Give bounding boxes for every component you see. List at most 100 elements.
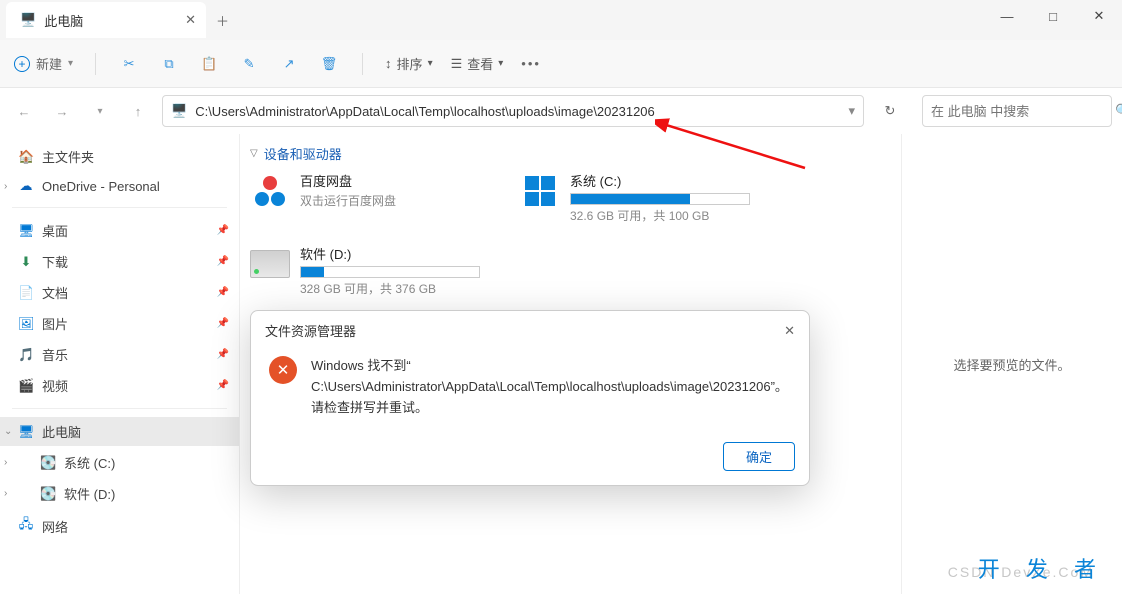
- sidebar-item-thispc[interactable]: ⌄ 🖥 此电脑: [0, 417, 239, 446]
- separator: [12, 408, 227, 409]
- pin-icon: 📌: [217, 349, 229, 360]
- title-bar: 🖥️ 此电脑 ✕ ＋ — □ ✕: [0, 0, 1122, 40]
- sidebar-item-label: 音乐: [42, 345, 68, 364]
- sidebar: 🏠主文件夹 › ☁ OneDrive - Personal 🖥 桌面 📌 ⬇ 下载 📌 📄文…: [0, 134, 240, 594]
- device-subtitle: 双击运行百度网盘: [300, 192, 396, 209]
- section-header[interactable]: ▽ 设备和驱动器: [250, 144, 891, 163]
- search-icon: 🔍: [1115, 103, 1122, 119]
- close-tab-icon[interactable]: ✕: [185, 12, 196, 28]
- window-controls: — □ ✕: [984, 0, 1122, 32]
- sidebar-item-desktop[interactable]: 🖥桌面📌: [0, 216, 239, 245]
- device-grid: 百度网盘 双击运行百度网盘 系统 (C:) 32.6 GB 可用，共 100 G…: [250, 171, 891, 297]
- view-button[interactable]: ☰ 查看 ▾: [451, 54, 504, 73]
- sidebar-item-label: 软件 (D:): [64, 484, 115, 503]
- pin-icon: 📌: [217, 318, 229, 329]
- sort-icon: ↕: [385, 56, 392, 71]
- capacity-bar: [300, 266, 480, 278]
- up-button[interactable]: ↑: [124, 104, 152, 119]
- separator: [362, 53, 363, 75]
- sidebar-item-label: 桌面: [42, 221, 68, 240]
- chevron-right-icon[interactable]: ›: [4, 181, 14, 192]
- drive-icon: 💽: [40, 486, 56, 502]
- sidebar-item-pictures[interactable]: 🖼 图片 📌: [0, 309, 239, 338]
- minimize-button[interactable]: —: [984, 0, 1030, 32]
- sidebar-item-onedrive[interactable]: › ☁ OneDrive - Personal: [0, 173, 239, 199]
- sort-button[interactable]: ↕ 排序 ▾: [385, 54, 433, 73]
- music-icon: 🎵: [18, 347, 34, 363]
- plus-icon: +: [14, 56, 30, 72]
- windows-drive-icon: [520, 171, 560, 211]
- ok-button[interactable]: 确定: [723, 442, 795, 471]
- sidebar-item-documents[interactable]: 📄文档📌: [0, 278, 239, 307]
- watermark-brand: 开 发 者: [978, 552, 1106, 584]
- sidebar-item-home[interactable]: 🏠主文件夹: [0, 142, 239, 171]
- address-path: C:\Users\Administrator\AppData\Local\Tem…: [195, 104, 655, 119]
- new-button[interactable]: + 新建 ▾: [14, 54, 73, 73]
- chevron-down-icon: ▾: [428, 58, 433, 69]
- search-box[interactable]: 🔍: [922, 95, 1112, 127]
- tab-thispc[interactable]: 🖥️ 此电脑 ✕: [6, 2, 206, 38]
- drive-icon: 💽: [40, 455, 56, 471]
- cut-icon[interactable]: ✂: [118, 56, 140, 72]
- chevron-down-icon: ▾: [68, 58, 73, 69]
- video-icon: 🎬: [18, 378, 34, 394]
- sidebar-item-drive-d[interactable]: › 💽 软件 (D:): [0, 479, 239, 508]
- paste-icon[interactable]: 📋: [198, 56, 220, 72]
- dialog-message: Windows 找不到“ C:\Users\Administrator\AppD…: [311, 356, 788, 418]
- desktop-icon: 🖥: [18, 223, 34, 239]
- device-baidu[interactable]: 百度网盘 双击运行百度网盘: [250, 171, 490, 224]
- delete-icon[interactable]: 🗑: [318, 56, 340, 72]
- toolbar: + 新建 ▾ ✂ ⧉ 📋 ✎ ↗ 🗑 ↕ 排序 ▾ ☰ 查看 ▾ •••: [0, 40, 1122, 88]
- sidebar-item-downloads[interactable]: ⬇ 下载 📌: [0, 247, 239, 276]
- close-window-button[interactable]: ✕: [1076, 0, 1122, 32]
- sidebar-item-label: 视频: [42, 376, 68, 395]
- chevron-down-icon[interactable]: ▾: [86, 106, 114, 117]
- view-icon: ☰: [451, 56, 463, 72]
- capacity-bar: [570, 193, 750, 205]
- chevron-right-icon[interactable]: ›: [4, 457, 14, 468]
- search-input[interactable]: [931, 104, 1107, 119]
- sidebar-item-label: OneDrive - Personal: [42, 179, 160, 194]
- monitor-icon: 🖥️: [171, 103, 187, 119]
- sidebar-item-drive-c[interactable]: ›💽系统 (C:): [0, 448, 239, 477]
- chevron-down-icon[interactable]: ▾: [848, 103, 855, 119]
- sidebar-item-label: 图片: [42, 314, 68, 333]
- separator: [95, 53, 96, 75]
- drive-icon: [250, 244, 290, 284]
- chevron-right-icon[interactable]: ›: [4, 488, 14, 499]
- sidebar-item-network[interactable]: 🖧网络: [0, 510, 239, 542]
- more-button[interactable]: •••: [521, 56, 541, 71]
- share-icon[interactable]: ↗: [278, 56, 300, 72]
- sidebar-item-videos[interactable]: 🎬视频📌: [0, 371, 239, 400]
- device-title: 百度网盘: [300, 171, 396, 190]
- chevron-down-icon[interactable]: ⌄: [4, 426, 14, 437]
- pictures-icon: 🖼: [18, 316, 34, 332]
- baidu-icon: [250, 171, 290, 211]
- monitor-icon: 🖥: [18, 424, 34, 440]
- copy-icon[interactable]: ⧉: [158, 56, 180, 72]
- address-bar[interactable]: 🖥️ C:\Users\Administrator\AppData\Local\…: [162, 95, 864, 127]
- refresh-button[interactable]: ↻: [874, 103, 906, 119]
- download-icon: ⬇: [18, 254, 34, 270]
- new-label: 新建: [36, 54, 62, 73]
- cloud-icon: ☁: [18, 178, 34, 194]
- sidebar-item-label: 此电脑: [42, 422, 81, 441]
- new-tab-button[interactable]: ＋: [216, 11, 229, 30]
- pin-icon: 📌: [217, 256, 229, 267]
- device-subtitle: 32.6 GB 可用，共 100 GB: [570, 207, 750, 224]
- forward-button[interactable]: →: [48, 104, 76, 119]
- close-icon[interactable]: ✕: [784, 323, 795, 339]
- device-title: 软件 (D:): [300, 244, 480, 263]
- error-icon: ✕: [269, 356, 297, 384]
- back-button[interactable]: ←: [10, 104, 38, 119]
- section-title: 设备和驱动器: [264, 144, 342, 163]
- device-drive-c[interactable]: 系统 (C:) 32.6 GB 可用，共 100 GB: [520, 171, 760, 224]
- rename-icon[interactable]: ✎: [238, 56, 260, 72]
- sidebar-item-music[interactable]: 🎵 音乐 📌: [0, 340, 239, 369]
- sidebar-item-label: 主文件夹: [42, 147, 94, 166]
- maximize-button[interactable]: □: [1030, 0, 1076, 32]
- device-drive-d[interactable]: 软件 (D:) 328 GB 可用，共 376 GB: [250, 244, 490, 297]
- dialog-titlebar: 文件资源管理器 ✕: [251, 311, 809, 350]
- sidebar-item-label: 下载: [42, 252, 68, 271]
- sort-label: 排序: [397, 54, 423, 73]
